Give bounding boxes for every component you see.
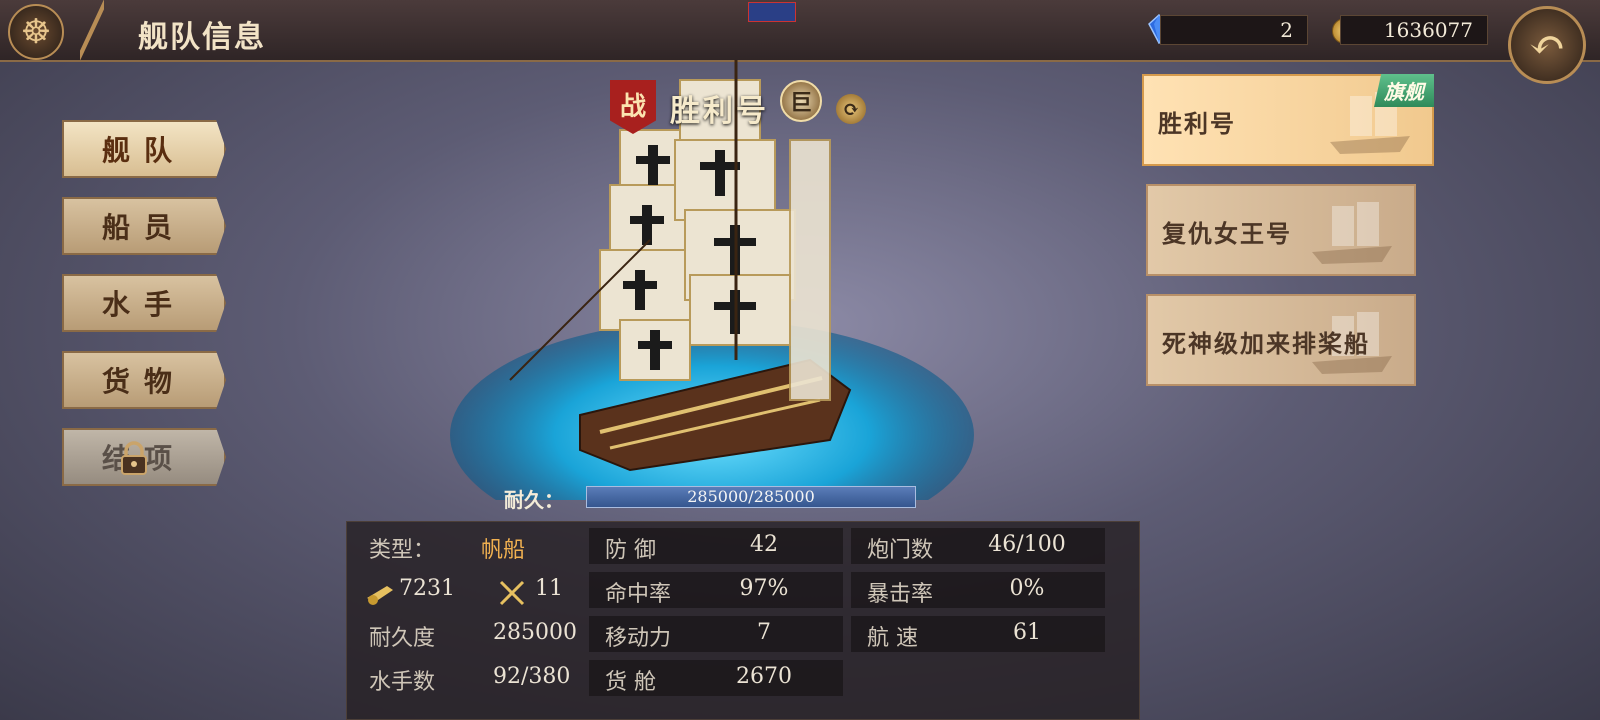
nav-cargo[interactable]: 货物 <box>62 351 226 409</box>
gem-counter: 2 <box>1160 15 1308 45</box>
speed-value: 61 <box>1013 620 1041 645</box>
lock-icon <box>121 441 147 475</box>
gunports-value: 46/100 <box>988 532 1066 557</box>
durability-row: 耐久： 285000/285000 <box>504 484 924 512</box>
ship-wheel-icon[interactable]: ☸ <box>8 4 64 60</box>
hit-value: 97% <box>739 576 789 601</box>
durability-value: 285000/285000 <box>687 487 815 506</box>
back-button[interactable]: ↶ <box>1508 6 1586 84</box>
sailors-value: 92/380 <box>493 664 571 689</box>
side-nav: 舰队 船员 水手 货物 结项 <box>62 120 226 505</box>
cargo-value: 2670 <box>736 664 792 689</box>
cargo-label: 货 舱 <box>605 670 656 695</box>
move-value: 7 <box>757 620 771 645</box>
flagship-tag: 旗舰 <box>1374 74 1434 107</box>
cannon-icon <box>367 586 393 605</box>
rank-badge: 巨 <box>780 80 822 122</box>
crit-label: 暴击率 <box>867 582 934 607</box>
ship-stats-panel: 类型： 帆船 7231 11 耐久度 285000 水手数 92/380 防 御… <box>346 521 1140 720</box>
ship-card-name: 复仇女王号 <box>1162 219 1292 248</box>
defense-label: 防 御 <box>605 538 656 563</box>
crossed-swords-icon <box>499 580 525 606</box>
ship-card-name: 死神级加来排桨船 <box>1162 329 1370 358</box>
durability-stat-value: 285000 <box>493 620 577 645</box>
sailors-label: 水手数 <box>369 670 436 695</box>
nav-sailors[interactable]: 水手 <box>62 274 226 332</box>
gunports-label: 炮门数 <box>867 538 934 563</box>
ship-silhouette-icon <box>1312 202 1392 264</box>
nav-crew[interactable]: 船员 <box>62 197 226 255</box>
type-label: 类型： <box>369 538 436 563</box>
page-title: 舰队信息 <box>138 20 266 55</box>
nav-locked[interactable]: 结项 <box>62 428 226 486</box>
durability-bar: 285000/285000 <box>586 486 916 508</box>
union-flag-icon <box>748 2 796 22</box>
defense-value: 42 <box>750 532 778 557</box>
header-divider <box>80 0 104 60</box>
ship-card-queen-revenge[interactable]: 复仇女王号 <box>1146 184 1416 276</box>
firepower-value: 7231 <box>399 576 455 601</box>
hit-label: 命中率 <box>605 582 672 607</box>
swap-ship-icon[interactable]: ⟳ <box>836 94 866 124</box>
back-arrow-icon: ↶ <box>1528 19 1566 71</box>
durability-stat-label: 耐久度 <box>369 626 436 651</box>
durability-label: 耐久： <box>504 488 564 512</box>
nav-fleet[interactable]: 舰队 <box>62 120 226 178</box>
melee-value: 11 <box>535 576 563 601</box>
type-value: 帆船 <box>481 538 526 563</box>
gold-counter: 1636077 <box>1340 15 1488 45</box>
ship-card-victory[interactable]: 胜利号 旗舰 <box>1142 74 1434 166</box>
crit-value: 0% <box>1009 576 1045 601</box>
ship-card-death-galley[interactable]: 死神级加来排桨船 <box>1146 294 1416 386</box>
speed-label: 航 速 <box>867 626 918 651</box>
move-label: 移动力 <box>605 626 672 651</box>
ship-card-name: 胜利号 <box>1158 109 1236 138</box>
ship-name: 胜利号 <box>670 94 769 129</box>
